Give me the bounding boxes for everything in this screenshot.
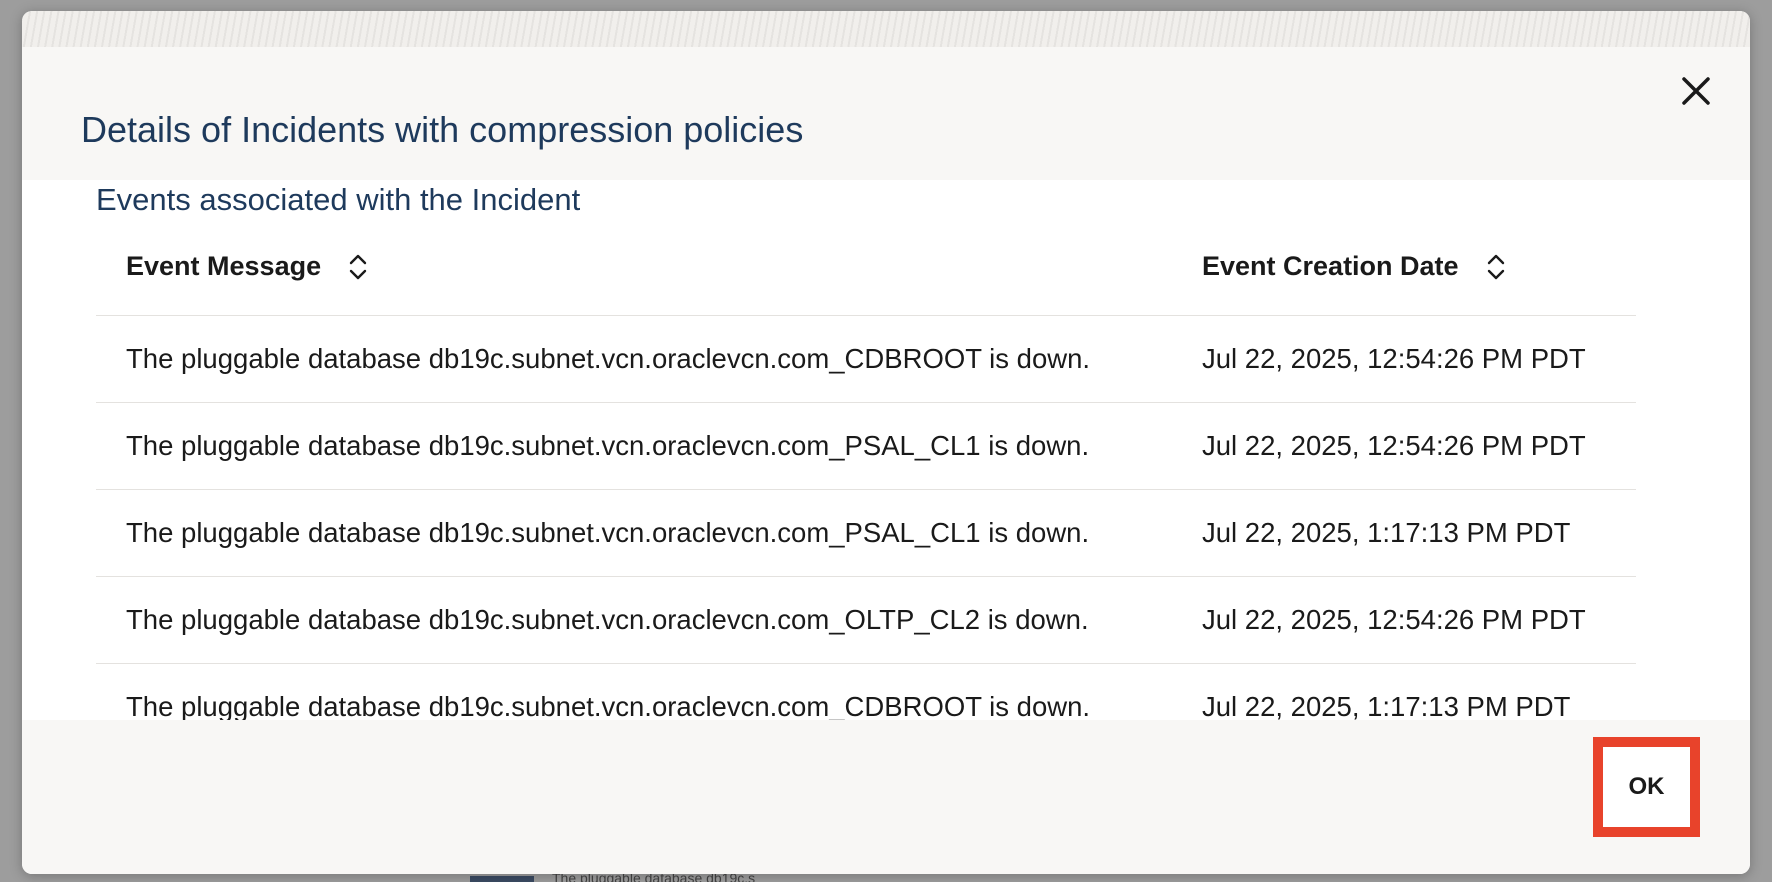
dialog-footer: OK (22, 720, 1750, 874)
sort-updown-icon[interactable] (1485, 253, 1507, 281)
dialog-top-texture (22, 11, 1750, 47)
background-bar (470, 876, 534, 882)
dialog-content: Events associated with the Incident Even… (22, 180, 1750, 720)
event-message-cell: The pluggable database db19c.subnet.vcn.… (126, 430, 1090, 461)
table-row[interactable]: The pluggable database db19c.subnet.vcn.… (96, 316, 1636, 403)
event-message-cell: The pluggable database db19c.subnet.vcn.… (126, 691, 1091, 720)
table-row[interactable]: The pluggable database db19c.subnet.vcn.… (96, 490, 1636, 577)
events-table: Event Message Event Creation Date The pl… (96, 218, 1636, 720)
sort-updown-icon[interactable] (347, 253, 369, 281)
event-date-cell: Jul 22, 2025, 12:54:26 PM PDT (1202, 430, 1586, 461)
event-date-cell: Jul 22, 2025, 12:54:26 PM PDT (1202, 343, 1586, 374)
event-message-cell: The pluggable database db19c.subnet.vcn.… (126, 343, 1091, 374)
section-title: Events associated with the Incident (96, 182, 581, 217)
dialog-header: Details of Incidents with compression po… (22, 47, 1750, 180)
dialog-title: Details of Incidents with compression po… (81, 109, 804, 150)
close-icon (1682, 77, 1710, 105)
column-header-event-creation-date[interactable]: Event Creation Date (1202, 218, 1507, 315)
table-header: Event Message Event Creation Date (96, 218, 1636, 316)
event-message-cell: The pluggable database db19c.subnet.vcn.… (126, 604, 1089, 635)
ok-button[interactable]: OK (1629, 773, 1665, 801)
close-button[interactable] (1674, 69, 1718, 113)
event-date-cell: Jul 22, 2025, 1:17:13 PM PDT (1202, 691, 1571, 720)
incident-details-dialog: Details of Incidents with compression po… (22, 11, 1750, 874)
event-date-cell: Jul 22, 2025, 1:17:13 PM PDT (1202, 517, 1571, 548)
event-message-cell: The pluggable database db19c.subnet.vcn.… (126, 517, 1090, 548)
table-row[interactable]: The pluggable database db19c.subnet.vcn.… (96, 664, 1636, 720)
event-date-cell: Jul 22, 2025, 12:54:26 PM PDT (1202, 604, 1586, 635)
column-header-label: Event Message (126, 251, 322, 281)
ok-button-highlight: OK (1593, 737, 1700, 837)
table-row[interactable]: The pluggable database db19c.subnet.vcn.… (96, 403, 1636, 490)
column-header-label: Event Creation Date (1202, 251, 1459, 281)
table-row[interactable]: The pluggable database db19c.subnet.vcn.… (96, 577, 1636, 664)
column-header-event-message[interactable]: Event Message (126, 218, 369, 315)
